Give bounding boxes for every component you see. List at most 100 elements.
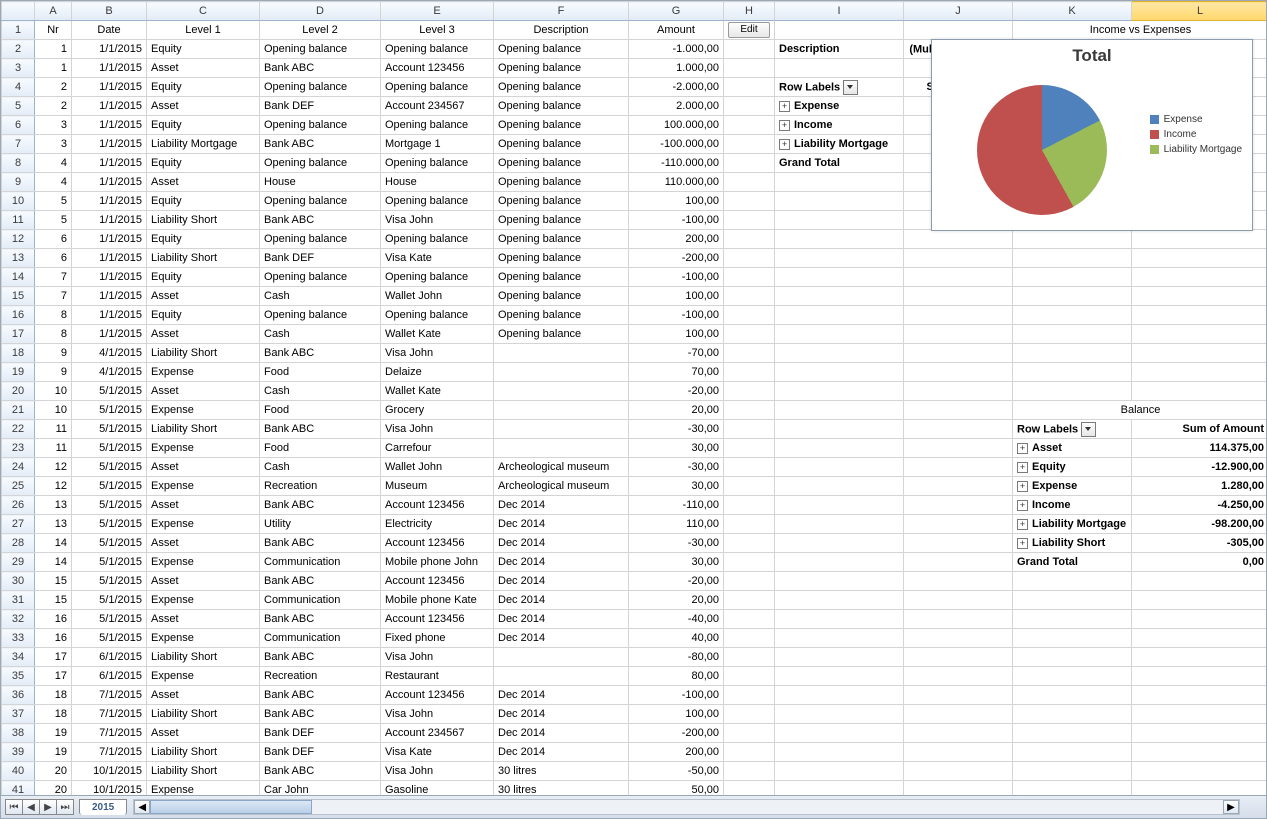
cell[interactable] bbox=[1013, 781, 1132, 796]
cell[interactable]: Level 1 bbox=[147, 21, 260, 40]
row-header[interactable]: 30 bbox=[2, 572, 35, 591]
row-header[interactable]: 22 bbox=[2, 420, 35, 439]
cell[interactable]: 1 bbox=[35, 59, 72, 78]
cell[interactable] bbox=[1013, 306, 1132, 325]
cell[interactable]: 100,00 bbox=[629, 705, 724, 724]
cell[interactable]: Balance bbox=[1013, 401, 1267, 420]
cell[interactable]: Restaurant bbox=[381, 667, 494, 686]
cell[interactable]: 100,00 bbox=[629, 287, 724, 306]
cell[interactable]: 7/1/2015 bbox=[72, 686, 147, 705]
cell[interactable]: Mobile phone John bbox=[381, 553, 494, 572]
cell[interactable]: Account 123456 bbox=[381, 534, 494, 553]
cell[interactable]: Visa John bbox=[381, 344, 494, 363]
cell[interactable] bbox=[1132, 629, 1267, 648]
row-header[interactable]: 1 bbox=[2, 21, 35, 40]
cell[interactable]: 10 bbox=[35, 401, 72, 420]
cell[interactable]: 70,00 bbox=[629, 363, 724, 382]
cell[interactable]: Bank DEF bbox=[260, 743, 381, 762]
cell[interactable] bbox=[775, 629, 904, 648]
cell[interactable] bbox=[775, 211, 904, 230]
cell[interactable]: 5/1/2015 bbox=[72, 420, 147, 439]
cell[interactable]: 17 bbox=[35, 667, 72, 686]
cell[interactable]: 2 bbox=[35, 97, 72, 116]
cell[interactable] bbox=[775, 192, 904, 211]
cell[interactable] bbox=[775, 781, 904, 796]
cell[interactable] bbox=[904, 553, 1013, 572]
row-header[interactable]: 25 bbox=[2, 477, 35, 496]
cell[interactable]: Asset bbox=[147, 496, 260, 515]
cell[interactable] bbox=[904, 382, 1013, 401]
cell[interactable] bbox=[1132, 686, 1267, 705]
cell[interactable]: +Equity bbox=[1013, 458, 1132, 477]
cell[interactable]: Grand Total bbox=[775, 154, 904, 173]
cell[interactable]: Opening balance bbox=[494, 287, 629, 306]
cell[interactable] bbox=[1013, 344, 1132, 363]
expand-icon[interactable]: + bbox=[779, 139, 790, 150]
row-header[interactable]: 19 bbox=[2, 363, 35, 382]
cell[interactable]: 80,00 bbox=[629, 667, 724, 686]
cell[interactable]: +Liability Short bbox=[1013, 534, 1132, 553]
cell[interactable]: Dec 2014 bbox=[494, 724, 629, 743]
cell[interactable]: -100,00 bbox=[629, 306, 724, 325]
row-header[interactable]: 38 bbox=[2, 724, 35, 743]
cell[interactable]: Opening balance bbox=[381, 230, 494, 249]
cell[interactable]: Expense bbox=[147, 629, 260, 648]
cell[interactable]: 4 bbox=[35, 154, 72, 173]
cell[interactable] bbox=[1132, 781, 1267, 796]
cell[interactable]: Dec 2014 bbox=[494, 629, 629, 648]
cell[interactable]: Level 3 bbox=[381, 21, 494, 40]
cell[interactable]: -100.000,00 bbox=[629, 135, 724, 154]
cell[interactable]: 110,00 bbox=[629, 515, 724, 534]
cell[interactable] bbox=[724, 363, 775, 382]
cell[interactable]: Opening balance bbox=[381, 154, 494, 173]
row-header[interactable]: 39 bbox=[2, 743, 35, 762]
cell[interactable]: 30,00 bbox=[629, 439, 724, 458]
cell[interactable] bbox=[1132, 591, 1267, 610]
cell[interactable] bbox=[1013, 610, 1132, 629]
row-header[interactable]: 29 bbox=[2, 553, 35, 572]
cell[interactable]: Food bbox=[260, 439, 381, 458]
cell[interactable]: Recreation bbox=[260, 477, 381, 496]
cell[interactable] bbox=[1013, 382, 1132, 401]
cell[interactable] bbox=[775, 743, 904, 762]
cell[interactable]: Gasoline bbox=[381, 781, 494, 796]
cell[interactable]: 20,00 bbox=[629, 591, 724, 610]
cell[interactable]: Liability Short bbox=[147, 420, 260, 439]
cell[interactable]: 5/1/2015 bbox=[72, 401, 147, 420]
cell[interactable] bbox=[724, 743, 775, 762]
cell[interactable]: 1/1/2015 bbox=[72, 192, 147, 211]
cell[interactable] bbox=[1013, 249, 1132, 268]
row-header[interactable]: 4 bbox=[2, 78, 35, 97]
col-header-J[interactable]: J bbox=[904, 2, 1013, 21]
cell[interactable] bbox=[1132, 287, 1267, 306]
col-header-L[interactable]: L bbox=[1132, 2, 1267, 21]
expand-icon[interactable]: + bbox=[779, 101, 790, 112]
col-header-F[interactable]: F bbox=[494, 2, 629, 21]
cell[interactable]: Cash bbox=[260, 458, 381, 477]
cell[interactable]: 6/1/2015 bbox=[72, 667, 147, 686]
cell[interactable] bbox=[904, 249, 1013, 268]
cell[interactable] bbox=[724, 97, 775, 116]
cell[interactable]: Opening balance bbox=[494, 116, 629, 135]
cell[interactable] bbox=[1013, 325, 1132, 344]
cell[interactable]: Archeological museum bbox=[494, 458, 629, 477]
cell[interactable] bbox=[904, 572, 1013, 591]
cell[interactable]: 3 bbox=[35, 116, 72, 135]
cell[interactable] bbox=[1013, 667, 1132, 686]
cell[interactable]: Opening balance bbox=[494, 306, 629, 325]
cell[interactable]: Museum bbox=[381, 477, 494, 496]
cell[interactable]: Opening balance bbox=[260, 78, 381, 97]
cell[interactable]: 13 bbox=[35, 496, 72, 515]
cell[interactable]: Dec 2014 bbox=[494, 743, 629, 762]
cell[interactable] bbox=[724, 135, 775, 154]
cell[interactable]: Account 234567 bbox=[381, 97, 494, 116]
cell[interactable] bbox=[904, 724, 1013, 743]
cell[interactable]: Nr bbox=[35, 21, 72, 40]
horizontal-scrollbar[interactable]: ◀ ▶ bbox=[133, 799, 1240, 815]
cell[interactable]: 1/1/2015 bbox=[72, 230, 147, 249]
cell[interactable]: -305,00 bbox=[1132, 534, 1267, 553]
cell[interactable]: -12.900,00 bbox=[1132, 458, 1267, 477]
cell[interactable]: Dec 2014 bbox=[494, 572, 629, 591]
row-header[interactable]: 27 bbox=[2, 515, 35, 534]
expand-icon[interactable]: + bbox=[1017, 538, 1028, 549]
